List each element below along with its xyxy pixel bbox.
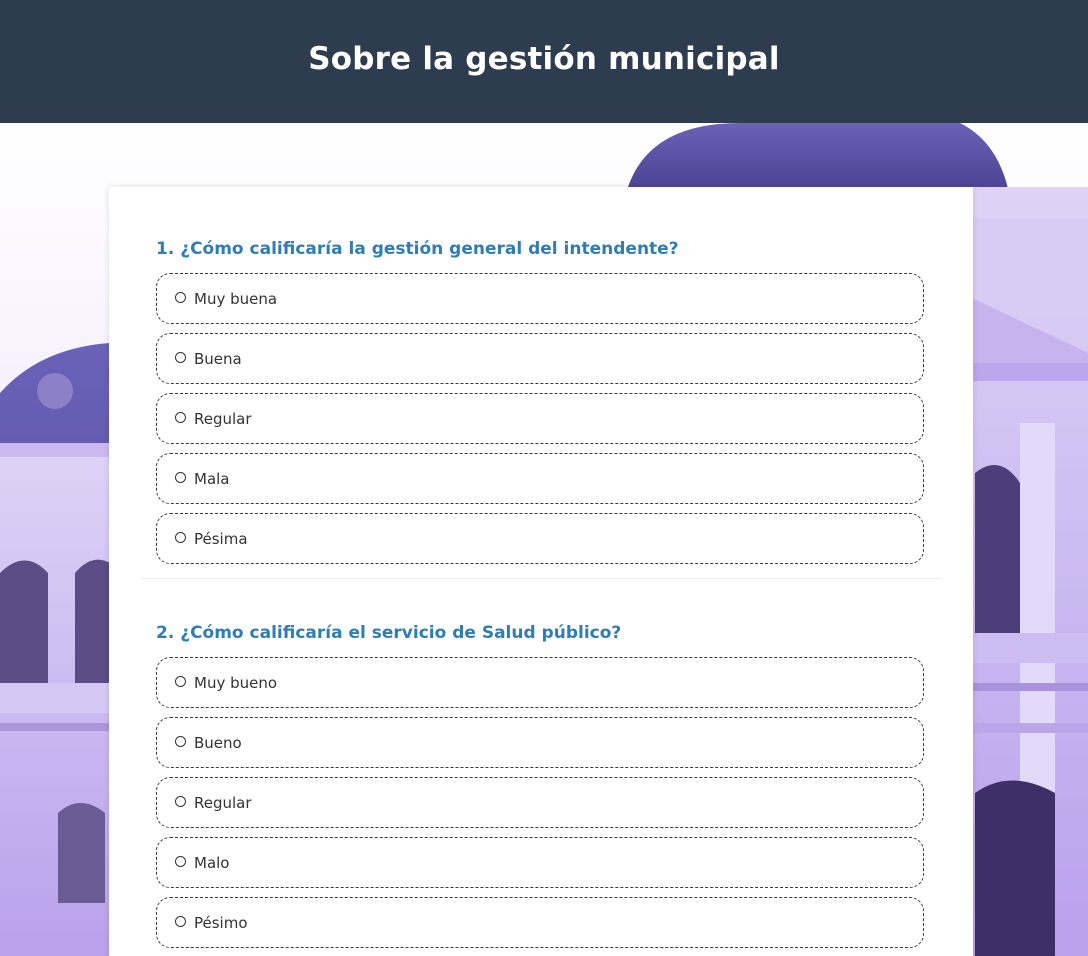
survey-card: 1. ¿Cómo calificaría la gestión general …	[109, 187, 973, 956]
option-pesimo[interactable]: Pésimo	[156, 897, 924, 948]
page-title: Sobre la gestión municipal	[308, 40, 780, 77]
option-label: Bueno	[194, 733, 242, 752]
option-label: Pésima	[194, 529, 248, 548]
option-label: Muy bueno	[194, 673, 278, 692]
question-2: 2. ¿Cómo calificaría el servicio de Salu…	[156, 621, 926, 948]
question-title: 1. ¿Cómo calificaría la gestión general …	[156, 239, 679, 259]
page-header: Sobre la gestión municipal	[0, 0, 1088, 123]
option-buena[interactable]: Buena	[156, 333, 924, 384]
question-divider	[141, 578, 941, 579]
radio-button[interactable]	[175, 472, 186, 483]
radio-button[interactable]	[175, 532, 186, 543]
option-malo[interactable]: Malo	[156, 837, 924, 888]
option-label: Regular	[194, 409, 252, 428]
radio-button[interactable]	[175, 412, 186, 423]
options-group: Muy bueno Bueno Regular Malo Pésimo	[156, 657, 926, 948]
option-label: Pésimo	[194, 913, 248, 932]
option-regular[interactable]: Regular	[156, 393, 924, 444]
option-label: Buena	[194, 349, 242, 368]
option-regular[interactable]: Regular	[156, 777, 924, 828]
option-muy-buena[interactable]: Muy buena	[156, 273, 924, 324]
option-mala[interactable]: Mala	[156, 453, 924, 504]
radio-button[interactable]	[175, 352, 186, 363]
radio-button[interactable]	[175, 736, 186, 747]
option-label: Regular	[194, 793, 252, 812]
question-title: 2. ¿Cómo calificaría el servicio de Salu…	[156, 623, 622, 643]
radio-button[interactable]	[175, 916, 186, 927]
option-pesima[interactable]: Pésima	[156, 513, 924, 564]
options-group: Muy buena Buena Regular Mala Pésima	[156, 273, 926, 564]
option-muy-bueno[interactable]: Muy bueno	[156, 657, 924, 708]
option-label: Malo	[194, 853, 230, 872]
option-label: Mala	[194, 469, 230, 488]
radio-button[interactable]	[175, 292, 186, 303]
question-1: 1. ¿Cómo calificaría la gestión general …	[156, 237, 926, 564]
radio-button[interactable]	[175, 796, 186, 807]
radio-button[interactable]	[175, 856, 186, 867]
option-label: Muy buena	[194, 289, 278, 308]
radio-button[interactable]	[175, 676, 186, 687]
option-bueno[interactable]: Bueno	[156, 717, 924, 768]
